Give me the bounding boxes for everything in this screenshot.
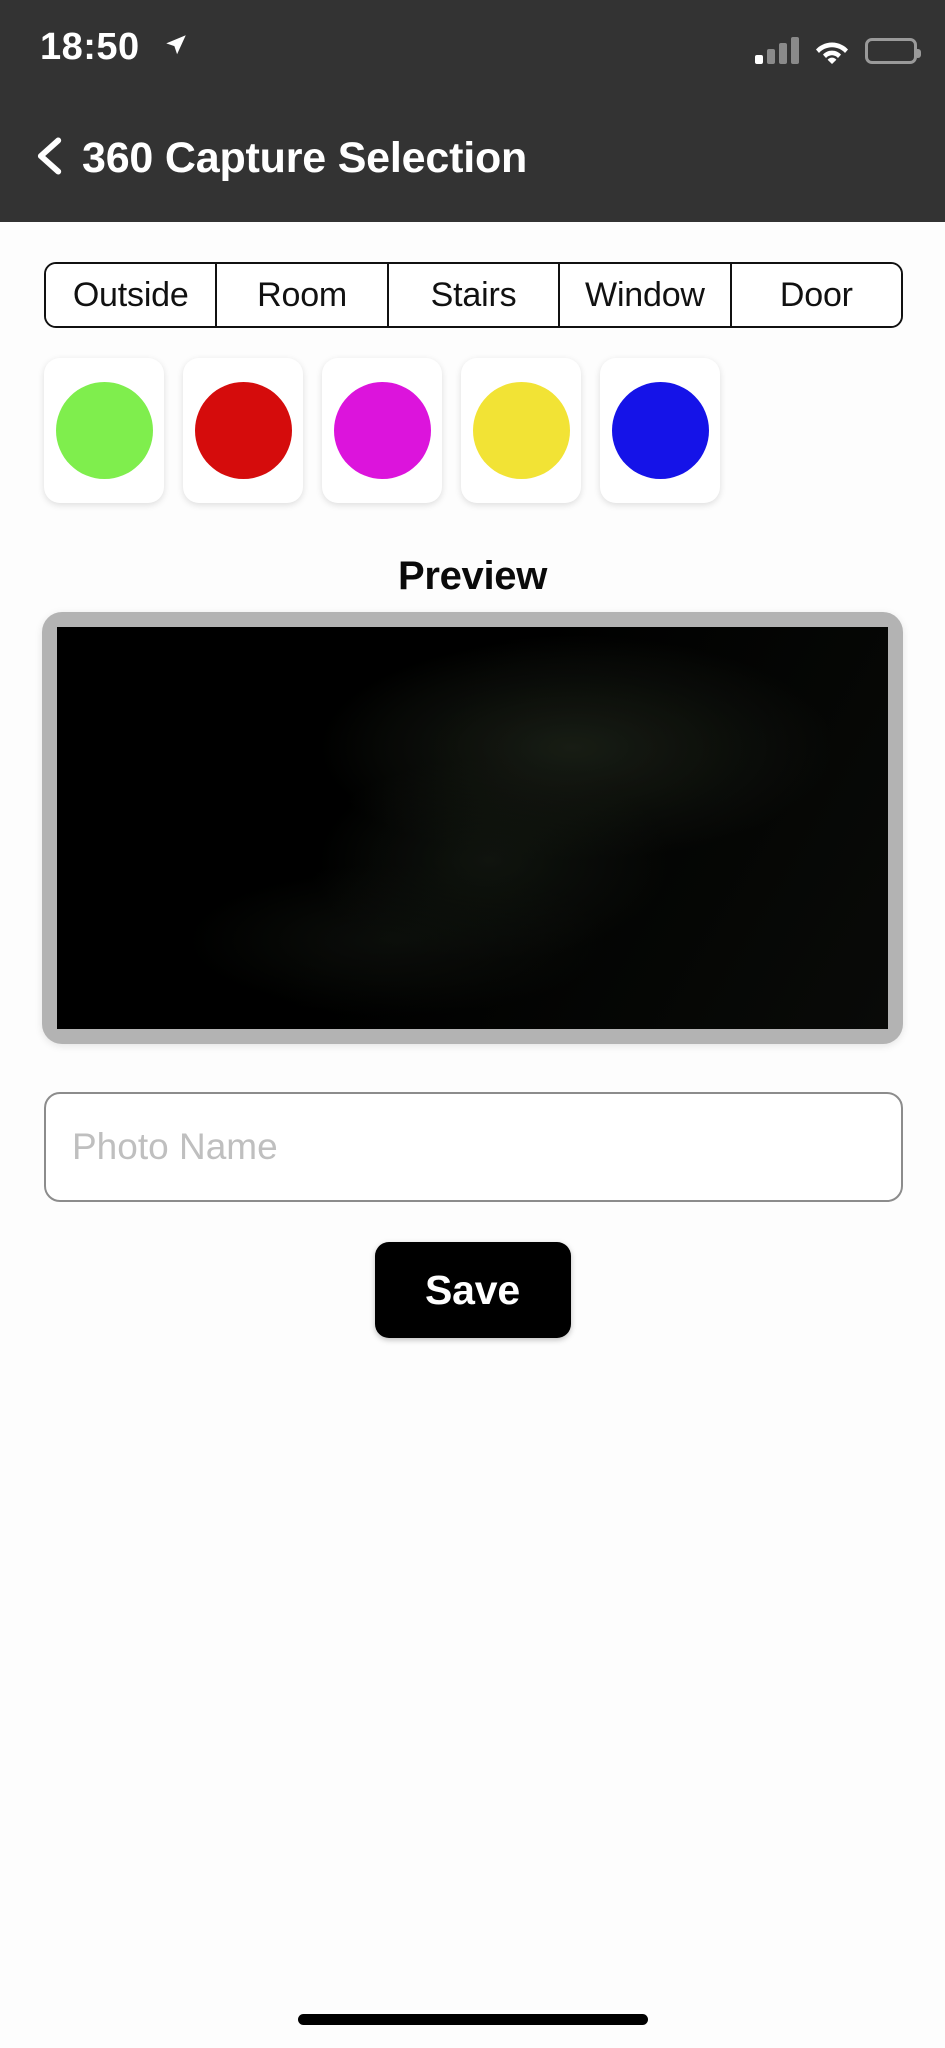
app-screen: 18:50 360 Capture Selection Outside Room… xyxy=(0,0,945,2048)
capture-type-segmented-control[interactable]: Outside Room Stairs Window Door xyxy=(44,262,903,328)
color-dot-icon xyxy=(472,382,570,479)
page-title: 360 Capture Selection xyxy=(82,133,528,182)
color-dot-icon xyxy=(55,382,153,479)
cellular-signal-icon xyxy=(755,36,799,64)
color-swatch-magenta[interactable] xyxy=(322,358,442,503)
color-swatch-green[interactable] xyxy=(44,358,164,503)
preview-image[interactable] xyxy=(57,627,888,1029)
battery-icon xyxy=(865,38,921,64)
home-indicator[interactable] xyxy=(297,2014,648,2025)
color-swatch-row xyxy=(44,358,924,518)
status-bar-indicators xyxy=(755,30,921,64)
location-arrow-icon xyxy=(163,32,189,58)
chevron-left-icon xyxy=(28,134,72,183)
segment-stairs[interactable]: Stairs xyxy=(388,264,561,326)
save-button[interactable]: Save xyxy=(374,1242,571,1338)
color-swatch-red[interactable] xyxy=(183,358,303,503)
segment-window[interactable]: Window xyxy=(560,264,732,326)
color-dot-icon xyxy=(611,382,709,479)
preview-heading: Preview xyxy=(397,554,548,598)
color-swatch-yellow[interactable] xyxy=(461,358,581,503)
color-dot-icon xyxy=(194,382,292,479)
segment-room[interactable]: Room xyxy=(217,264,389,326)
color-swatch-blue[interactable] xyxy=(600,358,720,503)
color-dot-icon xyxy=(333,382,431,479)
content-area: Outside Room Stairs Window Door Preview … xyxy=(0,222,945,2048)
nav-bar: 360 Capture Selection xyxy=(0,94,945,222)
segment-outside[interactable]: Outside xyxy=(46,264,218,326)
wifi-icon xyxy=(815,38,849,64)
photo-name-input[interactable] xyxy=(44,1092,903,1202)
segment-door[interactable]: Door xyxy=(731,264,901,326)
back-button[interactable] xyxy=(24,126,76,190)
preview-frame xyxy=(42,612,903,1044)
status-bar: 18:50 xyxy=(0,0,945,94)
status-bar-time: 18:50 xyxy=(40,26,140,68)
preview-image-content xyxy=(57,627,888,1029)
